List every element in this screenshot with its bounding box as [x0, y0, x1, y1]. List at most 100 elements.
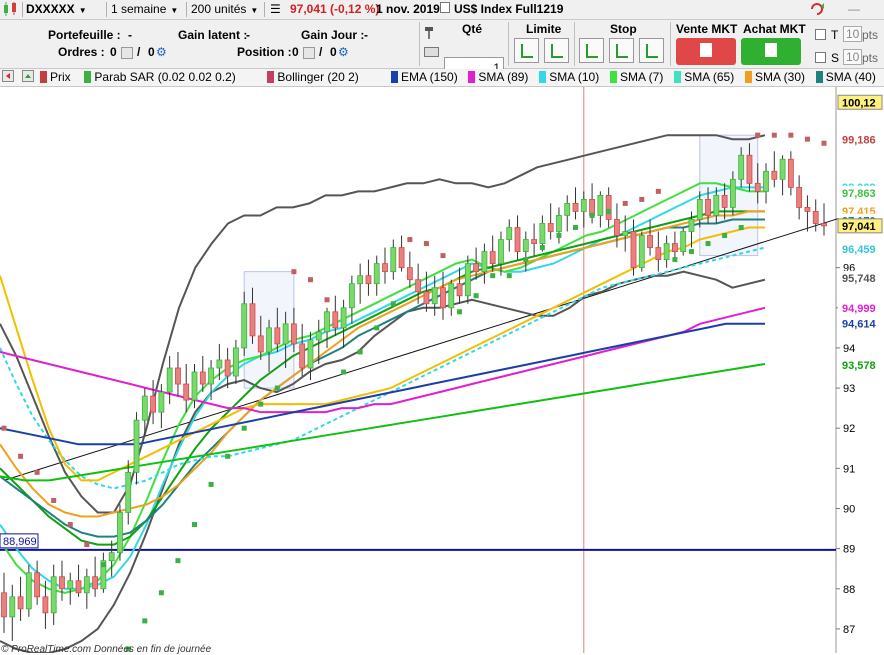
sar-point: [755, 132, 761, 138]
candle-body: [721, 194, 728, 208]
candlestick-icon[interactable]: [2, 2, 20, 17]
candle-body: [175, 367, 181, 385]
candle-body: [83, 576, 90, 594]
indicator-label: SMA (65): [684, 70, 735, 84]
info-icon[interactable]: [440, 2, 450, 17]
sar-point: [307, 277, 313, 283]
indicator-0[interactable]: Prix: [40, 70, 71, 85]
y-tick-label: 92: [843, 423, 855, 435]
indicator-1[interactable]: Parab SAR (0.02 0.02 0.2): [84, 70, 236, 85]
candle-body: [315, 331, 322, 341]
indicator-2[interactable]: Bollinger (20 2): [267, 70, 359, 85]
candle-body: [779, 158, 786, 180]
gear-icon[interactable]: ⚙: [338, 45, 349, 59]
sar-point: [771, 132, 777, 138]
candle-body: [150, 395, 156, 413]
sar-point: [390, 301, 396, 307]
candle-body: [307, 339, 314, 369]
sar-point: [622, 200, 628, 206]
keyboard-icon[interactable]: [424, 46, 440, 61]
price-change: 97,041 (-0,12 %): [290, 2, 380, 16]
sar-point: [804, 136, 810, 142]
indicator-5[interactable]: SMA (10): [539, 70, 599, 85]
refresh-icon[interactable]: [808, 2, 830, 17]
indicator-3[interactable]: EMA (150): [391, 70, 458, 85]
left-arrow-icon[interactable]: [2, 70, 14, 86]
sell-market-button[interactable]: [676, 38, 736, 65]
candle-body: [630, 231, 637, 269]
candle-body: [9, 596, 16, 618]
s-label: S: [831, 51, 840, 65]
ordres-value2: 0: [148, 45, 155, 59]
stop-button-2[interactable]: [609, 38, 634, 63]
y-tick-label: 87: [843, 624, 855, 636]
gain-jour-value: -: [364, 28, 368, 42]
candle-body: [746, 154, 753, 184]
candle-body: [622, 231, 629, 236]
buy-market-button[interactable]: [741, 38, 801, 65]
units-selector[interactable]: 200 unités ▼: [191, 2, 258, 17]
stop-button-1[interactable]: [579, 38, 604, 63]
ordres-label: Ordres :: [58, 45, 105, 59]
t-pts-label: pts: [862, 28, 879, 42]
candle-body: [456, 283, 463, 297]
chevron-down-icon: ▼: [250, 6, 259, 15]
candle-body: [406, 267, 413, 281]
indicator-label: EMA (150): [401, 70, 458, 84]
limit-buy-button[interactable]: [514, 38, 539, 63]
price-chart[interactable]: 87888990919293949596100,1299,25899,18698…: [0, 87, 884, 653]
s-checkbox[interactable]: [815, 52, 826, 66]
indicator-9[interactable]: SMA (40): [815, 70, 876, 85]
vente-label: Vente MKT: [676, 22, 738, 36]
candle-body: [804, 207, 811, 212]
hammer-icon[interactable]: [424, 26, 440, 43]
candle-body: [489, 251, 496, 265]
chart-area[interactable]: 87888990919293949596100,1299,25899,18698…: [0, 87, 884, 653]
ordres-icon[interactable]: [119, 45, 135, 59]
candle-body: [597, 194, 604, 216]
stop-button-3[interactable]: [639, 38, 664, 63]
t-pts-input[interactable]: 10: [843, 26, 863, 42]
minimize-icon[interactable]: —: [848, 2, 860, 17]
sar-point: [722, 233, 728, 239]
axis-badge: 100,12: [842, 97, 876, 109]
candle-body: [233, 347, 239, 377]
sar-point: [374, 325, 380, 331]
position-icon[interactable]: [301, 45, 317, 59]
indicator-7[interactable]: SMA (65): [674, 70, 734, 85]
period-selector[interactable]: 1 semaine ▼: [111, 2, 178, 17]
indicator-4[interactable]: SMA (89): [468, 70, 528, 85]
candle-body: [498, 239, 504, 265]
candle-body: [59, 576, 65, 590]
t-checkbox[interactable]: [815, 29, 826, 43]
candle-body: [357, 275, 364, 285]
candle-body: [672, 243, 678, 252]
chevron-down-icon: ▼: [78, 6, 87, 15]
indicator-8[interactable]: SMA (30): [745, 70, 805, 85]
candle-body: [348, 283, 355, 309]
candle-body: [266, 327, 272, 353]
candle-body: [514, 227, 521, 252]
up-arrow-icon[interactable]: [22, 70, 34, 86]
menu-icon[interactable]: ☰: [270, 2, 281, 17]
instrument-selector[interactable]: DXXXXX ▼: [26, 2, 87, 17]
candle-body: [332, 311, 339, 329]
sar-point: [506, 273, 512, 279]
sar-point: [407, 237, 413, 243]
candle-body: [183, 383, 190, 401]
units-label: 200 unités: [191, 2, 247, 16]
candle-body: [282, 323, 289, 345]
candle-body: [382, 263, 388, 273]
ordres-value: 0: [110, 45, 117, 59]
limit-sell-button[interactable]: [544, 38, 569, 63]
s-pts-input[interactable]: 10: [843, 49, 863, 65]
date-label: 1 nov. 2019: [376, 2, 440, 16]
sar-point: [639, 196, 645, 202]
gear-icon[interactable]: ⚙: [156, 45, 167, 59]
candle-body: [216, 359, 223, 369]
limite-label: Limite: [526, 22, 562, 36]
candle-body: [464, 263, 471, 297]
indicator-swatch: [391, 71, 398, 83]
candle-body: [299, 343, 306, 369]
indicator-6[interactable]: SMA (7): [610, 70, 663, 85]
